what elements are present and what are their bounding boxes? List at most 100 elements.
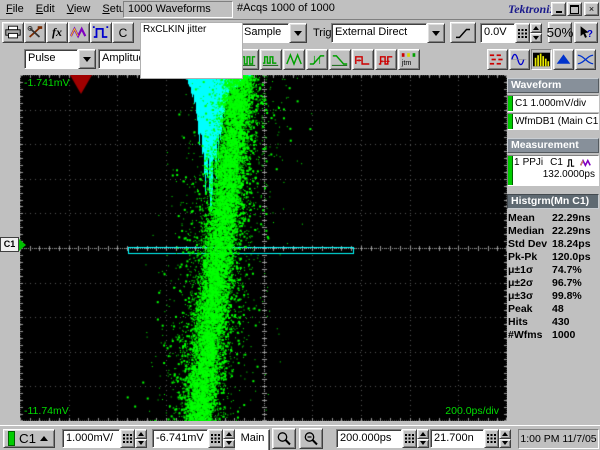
spin-down-button[interactable]	[417, 439, 429, 449]
scope-display[interactable]	[20, 75, 507, 421]
vertical-offset-field[interactable]: -6.741mV	[152, 429, 235, 448]
jitter-tool-button[interactable]	[90, 22, 112, 43]
context-help-button[interactable]: ?	[574, 22, 598, 43]
measure-jitter-button[interactable]: jtm	[398, 49, 420, 70]
timebase-mode-button[interactable]: Main	[235, 429, 270, 450]
amplitude-icon	[285, 52, 303, 67]
math-button[interactable]: fx	[46, 22, 68, 43]
channel-select-button[interactable]: C1	[3, 429, 55, 448]
spin-down-button[interactable]	[499, 439, 511, 449]
color-wave-icon	[580, 158, 592, 168]
c-icon: C	[119, 26, 128, 40]
restore-button[interactable]	[567, 2, 582, 16]
measure-category-dropdown[interactable]: Pulse	[24, 49, 96, 69]
measure-poswidth-button[interactable]	[352, 49, 374, 70]
close-icon: ×	[589, 4, 594, 14]
stat-hits: Hits430	[508, 316, 599, 329]
horizontal-scale-field[interactable]: 200.000ps	[336, 429, 429, 448]
tools-button[interactable]	[24, 22, 46, 43]
jitter-pulse-icon	[92, 25, 110, 40]
waveform-tool-button[interactable]	[68, 22, 90, 43]
spin-down-button[interactable]	[223, 439, 235, 449]
spin-up-button[interactable]	[530, 23, 542, 33]
svg-text:?: ?	[587, 29, 593, 40]
zoom-in-button[interactable]	[272, 428, 296, 449]
dropdown-arrow-icon[interactable]	[427, 23, 445, 43]
keypad-button[interactable]	[484, 429, 499, 448]
stat-mu3sigma: μ±3σ99.8%	[508, 290, 599, 303]
oscilloscope-app: File Edit View Setup Utilities Help 1000…	[0, 0, 600, 450]
keypad-button[interactable]	[515, 23, 530, 43]
channel-reference-marker[interactable]: C1	[0, 237, 26, 252]
pulse-glyph-icon	[566, 158, 577, 168]
horizontal-position-field[interactable]: 21.700n	[430, 429, 511, 448]
minimize-button[interactable]	[551, 2, 566, 16]
stat-mean: Mean22.29ns	[508, 212, 599, 225]
spin-down-button[interactable]	[530, 33, 542, 43]
period-icon	[377, 52, 395, 67]
zoom-out-button[interactable]	[299, 428, 323, 449]
rising-edge-icon	[453, 26, 473, 40]
keypad-icon	[518, 29, 527, 38]
print-button[interactable]	[2, 22, 24, 43]
trace-color-bar	[8, 431, 15, 446]
stat-wfms: #Wfms1000	[508, 329, 599, 342]
stat-mu1sigma: μ±1σ74.7%	[508, 264, 599, 277]
printer-icon	[4, 25, 22, 40]
menu-edit[interactable]: Edit	[30, 1, 61, 18]
measurement-panel-header: Measurement	[507, 138, 599, 153]
spin-up-button[interactable]	[499, 429, 511, 439]
keypad-icon	[211, 434, 220, 443]
measure-falltime-button[interactable]	[329, 49, 351, 70]
histogram-panel-header[interactable]: Histgrm(Mn C1)	[507, 194, 599, 209]
keypad-icon	[123, 434, 132, 443]
rise-time-icon	[308, 52, 326, 67]
keypad-button[interactable]	[208, 429, 223, 448]
measure-period-button[interactable]	[375, 49, 397, 70]
vertical-scale-field[interactable]: 1.000mV/	[62, 429, 147, 448]
waveform-count-display: 1000 Waveforms	[123, 1, 233, 18]
readout-sidebar: Waveform C1 1.000mV/div WfmDB1 (Main C1 …	[507, 76, 599, 424]
acquisition-mode-dropdown[interactable]: Sample	[240, 23, 307, 43]
menu-view[interactable]: View	[61, 1, 97, 18]
spin-down-button[interactable]	[135, 439, 147, 449]
eye-diagram-icon	[577, 52, 594, 67]
menu-file[interactable]: File	[0, 1, 30, 18]
keypad-button[interactable]	[402, 429, 417, 448]
trigger-slope-button[interactable]	[450, 22, 476, 43]
dropdown-arrow-icon[interactable]	[289, 23, 307, 43]
measure-risetime-button[interactable]	[306, 49, 328, 70]
top-scale-label: -1.741mV	[24, 77, 70, 89]
spin-up-button[interactable]	[135, 429, 147, 439]
display-dots-button[interactable]	[487, 49, 508, 70]
horizontal-scale-spinner	[417, 429, 429, 448]
display-infinite-persist-button[interactable]	[531, 49, 552, 70]
trigger-source-dropdown[interactable]: External Direct	[331, 23, 445, 43]
timebase-label: 200.0ps/div	[445, 405, 499, 417]
waveform-entry-c1[interactable]: C1 1.000mV/div	[507, 95, 599, 112]
measure-pulsetrain-button[interactable]	[260, 49, 282, 70]
trace-color-bar	[508, 156, 513, 185]
measure-amplitude-button[interactable]	[283, 49, 305, 70]
cursor-button[interactable]: C	[112, 22, 134, 43]
trigger-level-field[interactable]: 0.0V	[480, 23, 542, 43]
jtm-icon: jtm	[400, 52, 418, 67]
histogram-mode-button[interactable]	[553, 49, 574, 70]
waveform-entry-wfmdb1[interactable]: WfmDB1 (Main C1	[507, 113, 599, 130]
keypad-button[interactable]	[120, 429, 135, 448]
spin-down-icon	[533, 36, 539, 40]
waveform-annotation-label[interactable]: RxCLKIN jitter	[140, 22, 243, 79]
spin-up-button[interactable]	[223, 429, 235, 439]
stat-pkpk: Pk-Pk120.0ps	[508, 251, 599, 264]
display-vector-button[interactable]	[509, 49, 530, 70]
measurement-entry-ppji[interactable]: 1 PPJi C1 132.0000ps	[507, 155, 599, 186]
keypad-icon	[487, 434, 496, 443]
close-button[interactable]: ×	[584, 2, 599, 16]
histogram-stats: Mean22.29ns Median22.29ns Std Dev18.24ps…	[507, 211, 599, 342]
svg-text:jtm: jtm	[401, 58, 412, 67]
trig-label: Trig	[313, 27, 332, 39]
spin-up-button[interactable]	[417, 429, 429, 439]
dropdown-arrow-icon[interactable]	[78, 49, 96, 69]
set-fifty-percent-button[interactable]: 50%	[548, 22, 572, 43]
eye-diagram-button[interactable]	[575, 49, 596, 70]
